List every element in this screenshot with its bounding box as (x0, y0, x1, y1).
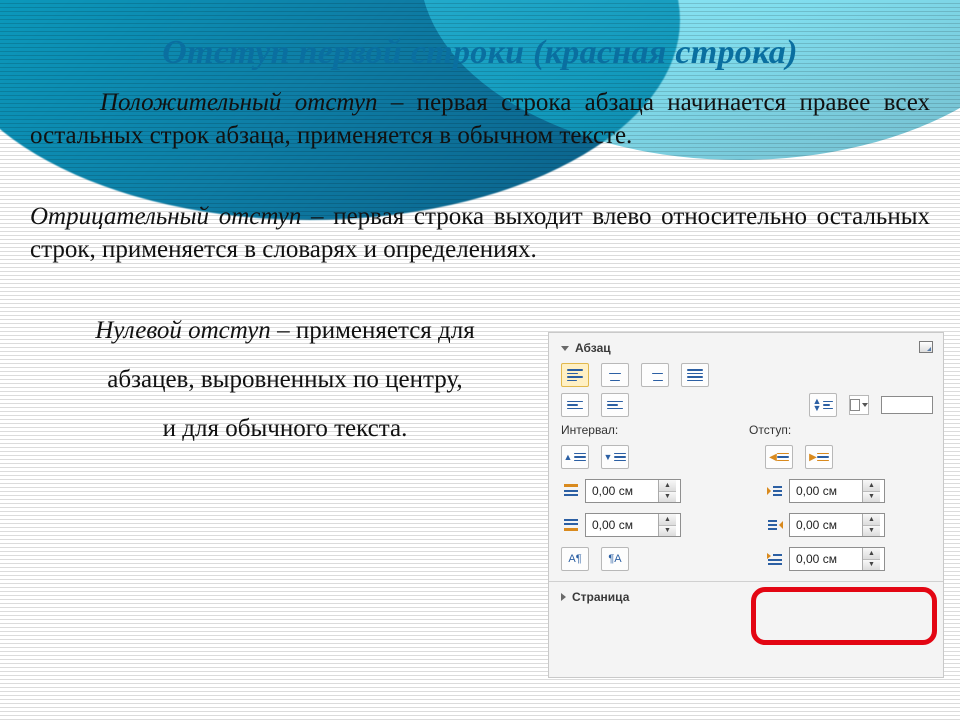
fill-color-swatch[interactable] (881, 396, 933, 414)
indent-before-down[interactable]: ▼ (863, 492, 880, 503)
line-spacing-button[interactable]: ▲▼ (809, 393, 837, 417)
row-below-after: ▲▼ ▲▼ (561, 513, 933, 537)
numbered-list-button[interactable] (601, 393, 629, 417)
separator (549, 581, 943, 582)
section-header-page[interactable]: Страница (561, 590, 933, 604)
align-justify-button[interactable] (681, 363, 709, 387)
term-positive: Положительный отступ (100, 89, 377, 116)
indent-before-icon (765, 483, 785, 499)
increase-spacing-button[interactable]: ▼ (601, 445, 629, 469)
space-below-down[interactable]: ▼ (659, 526, 676, 537)
rtl-button[interactable]: ¶A (601, 547, 629, 571)
indent-before-up[interactable]: ▲ (863, 480, 880, 492)
text-zero-2: абзацев, выровненных по центру, (30, 363, 540, 396)
space-above-icon (561, 483, 581, 499)
indent-before-stepper[interactable]: ▲▼ (789, 479, 885, 503)
indent-after-stepper[interactable]: ▲▼ (789, 513, 885, 537)
label-interval: Интервал: (561, 423, 749, 437)
space-below-stepper[interactable]: ▲▼ (585, 513, 681, 537)
align-center-button[interactable] (601, 363, 629, 387)
page-title: Отступ первой строки (красная строка) (30, 34, 930, 72)
indent-after-icon (765, 517, 785, 533)
space-above-down[interactable]: ▼ (659, 492, 676, 503)
text-zero-3: и для обычного текста. (30, 412, 540, 445)
space-below-up[interactable]: ▲ (659, 514, 676, 526)
paragraph-zero: Нулевой отступ – применяется для абзацев… (30, 314, 540, 445)
section-title-page: Страница (572, 590, 629, 604)
section-header-paragraph[interactable]: Абзац (561, 341, 933, 355)
bullet-list-button[interactable] (561, 393, 589, 417)
indent-before-input[interactable] (790, 480, 862, 502)
align-right-button[interactable] (641, 363, 669, 387)
collapse-icon (561, 346, 569, 351)
paragraph-positive: Положительный отступ – первая строка абз… (30, 86, 930, 152)
dialog-launcher-icon[interactable] (919, 341, 933, 353)
row-above-before: ▲▼ ▲▼ (561, 479, 933, 503)
section-title-paragraph: Абзац (575, 341, 611, 355)
term-zero: Нулевой отступ (95, 317, 271, 344)
space-below-input[interactable] (586, 514, 658, 536)
paragraph-negative: Отрицательный отступ – первая строка вых… (30, 200, 930, 266)
space-above-input[interactable] (586, 480, 658, 502)
term-negative: Отрицательный отступ (30, 203, 301, 230)
space-above-stepper[interactable]: ▲▼ (585, 479, 681, 503)
fill-color-button[interactable] (849, 395, 869, 415)
label-indent: Отступ: (749, 423, 791, 437)
first-line-down[interactable]: ▼ (863, 560, 880, 571)
expand-icon (561, 593, 566, 601)
decrease-indent-button[interactable]: ◀ (765, 445, 793, 469)
ltr-button[interactable]: A¶ (561, 547, 589, 571)
space-above-up[interactable]: ▲ (659, 480, 676, 492)
first-line-up[interactable]: ▲ (863, 548, 880, 560)
alignment-group (561, 363, 933, 387)
row-direction-firstline: A¶ ¶A ▲▼ (561, 547, 933, 571)
indent-after-up[interactable]: ▲ (863, 514, 880, 526)
space-below-icon (561, 517, 581, 533)
decrease-spacing-button[interactable]: ▲ (561, 445, 589, 469)
increase-indent-button[interactable]: ▶ (805, 445, 833, 469)
indent-after-input[interactable] (790, 514, 862, 536)
first-line-indent-input[interactable] (790, 548, 862, 570)
text-zero-1: – применяется для (271, 317, 475, 344)
paragraph-properties-panel: Абзац ▲▼ Интервал: Отступ: ▲ ▼ ◀ ▶ (548, 332, 944, 678)
indent-after-down[interactable]: ▼ (863, 526, 880, 537)
first-line-indent-icon (765, 551, 785, 567)
list-spacing-group: ▲▼ (561, 393, 933, 417)
spacing-indent-buttons-row: ▲ ▼ ◀ ▶ (561, 445, 933, 469)
first-line-indent-stepper[interactable]: ▲▼ (789, 547, 885, 571)
align-left-button[interactable] (561, 363, 589, 387)
